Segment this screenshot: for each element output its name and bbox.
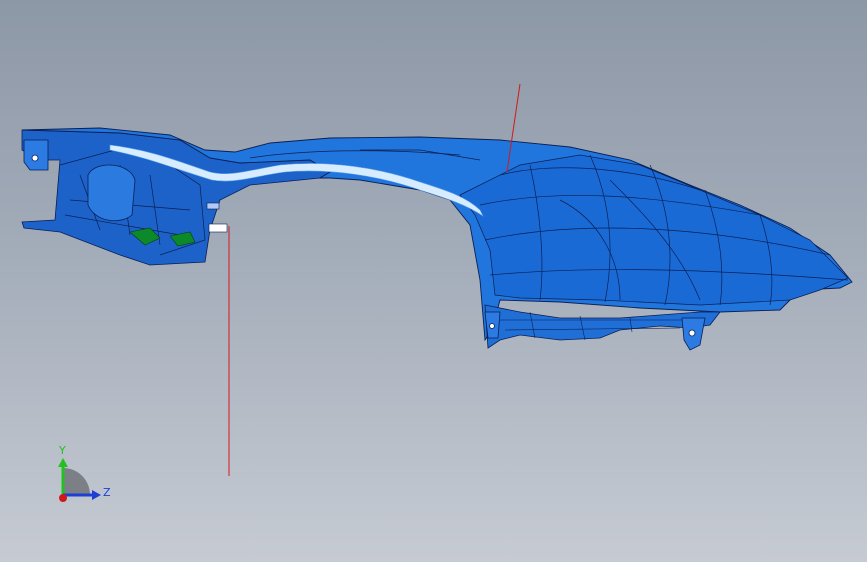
datum-marker-a[interactable] — [206, 202, 220, 210]
inner-cavity — [87, 164, 136, 222]
model-canvas[interactable] — [0, 0, 867, 562]
right-mount-hole — [688, 329, 696, 337]
3d-viewport[interactable]: Y Z — [0, 0, 867, 562]
left-mount-hole — [31, 154, 39, 162]
datum-marker-b[interactable] — [208, 223, 228, 233]
center-mount-hole — [489, 323, 495, 329]
cad-part[interactable] — [21, 127, 853, 351]
